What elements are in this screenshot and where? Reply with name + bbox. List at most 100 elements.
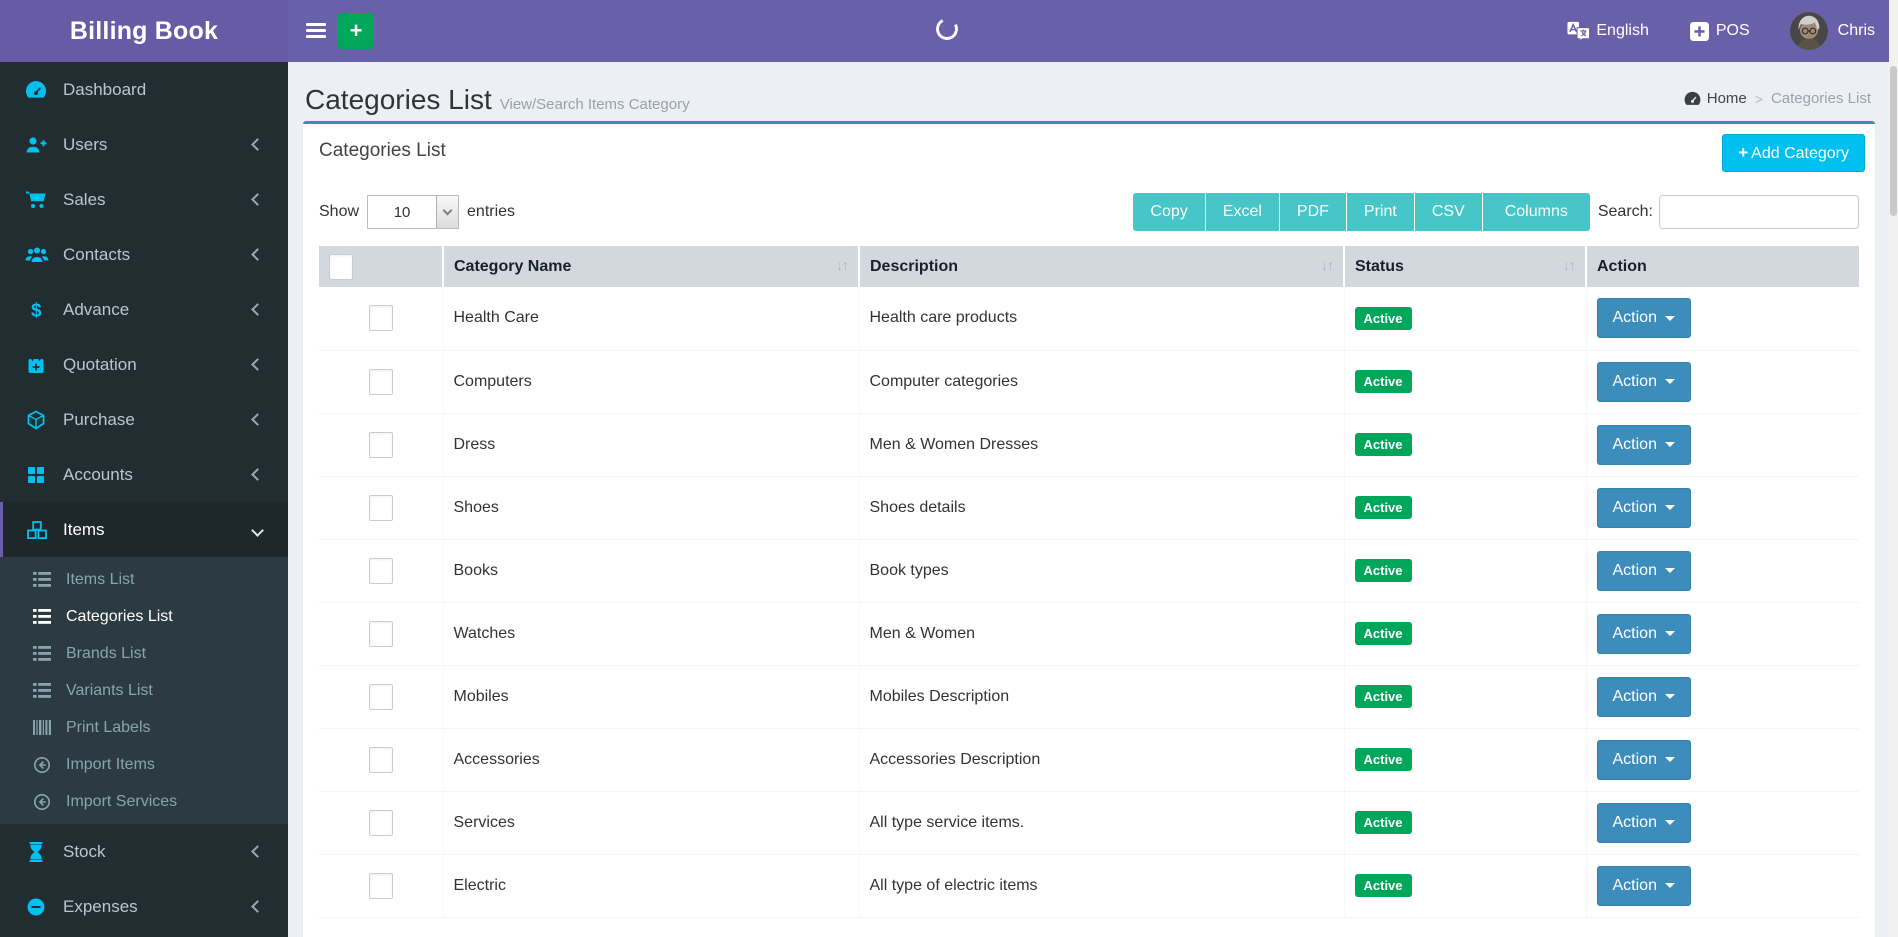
sidebar-item-accounts[interactable]: Accounts xyxy=(0,447,288,502)
minus-circle-icon xyxy=(25,897,49,917)
sidebar-item-label: Contacts xyxy=(63,245,130,265)
sidebar-subitem-items-list[interactable]: Items List xyxy=(0,561,288,598)
top-navbar: Billing Book + English xyxy=(0,0,1889,62)
description-cell: Health care products xyxy=(859,287,1344,350)
description-cell: Computer categories xyxy=(859,350,1344,413)
export-pdf-button[interactable]: PDF xyxy=(1280,193,1347,231)
sidebar-item-quotation[interactable]: Quotation xyxy=(0,337,288,392)
brand-logo[interactable]: Billing Book xyxy=(0,0,288,62)
barcode-icon xyxy=(32,719,54,737)
row-checkbox[interactable] xyxy=(369,369,393,395)
export-print-button[interactable]: Print xyxy=(1347,193,1415,231)
sidebar-subitem-print-labels[interactable]: Print Labels xyxy=(0,709,288,746)
export-button-group: CopyExcelPDFPrintCSVColumns xyxy=(1133,193,1589,231)
breadcrumb-separator: > xyxy=(1755,91,1763,107)
row-checkbox[interactable] xyxy=(369,305,393,331)
row-checkbox[interactable] xyxy=(369,684,393,710)
description-cell: Mobiles Description xyxy=(859,665,1344,728)
action-dropdown-button[interactable]: Action xyxy=(1597,614,1691,654)
sidebar-item-label: Expenses xyxy=(63,897,138,917)
pos-menu[interactable]: POS xyxy=(1689,21,1750,42)
sidebar-subitem-variants-list[interactable]: Variants List xyxy=(0,672,288,709)
sidebar-item-purchase[interactable]: Purchase xyxy=(0,392,288,447)
search-input[interactable] xyxy=(1659,195,1859,229)
row-checkbox[interactable] xyxy=(369,873,393,899)
search-control: Search: xyxy=(1598,195,1859,229)
table-row: ShoesShoes detailsActiveAction xyxy=(319,476,1859,539)
action-dropdown-button[interactable]: Action xyxy=(1597,425,1691,465)
sidebar-item-dashboard[interactable]: Dashboard xyxy=(0,62,288,117)
quick-add-button[interactable]: + xyxy=(338,13,374,49)
sidebar-item-items[interactable]: Items xyxy=(0,502,288,557)
sidebar-item-label: Advance xyxy=(63,300,129,320)
action-dropdown-button[interactable]: Action xyxy=(1597,551,1691,591)
breadcrumb-current: Categories List xyxy=(1771,90,1871,107)
sidebar-item-label: Dashboard xyxy=(63,80,146,100)
row-checkbox[interactable] xyxy=(369,495,393,521)
action-cell: Action xyxy=(1586,287,1859,350)
row-checkbox[interactable] xyxy=(369,621,393,647)
sort-icon[interactable]: ↓↑ xyxy=(1563,257,1575,273)
language-menu[interactable]: English xyxy=(1567,21,1648,41)
sidebar-subitem-import-services[interactable]: Import Services xyxy=(0,783,288,820)
action-dropdown-button[interactable]: Action xyxy=(1597,362,1691,402)
add-category-button[interactable]: +Add Category xyxy=(1722,134,1865,172)
sidebar-item-label: Sales xyxy=(63,190,106,210)
action-dropdown-button[interactable]: Action xyxy=(1597,488,1691,528)
chevron-left-icon xyxy=(251,358,264,371)
action-dropdown-button[interactable]: Action xyxy=(1597,677,1691,717)
user-name: Chris xyxy=(1838,22,1875,40)
column-header-status[interactable]: Status↓↑ xyxy=(1344,246,1586,287)
sidebar-item-expenses[interactable]: Expenses xyxy=(0,879,288,934)
sort-icon[interactable]: ↓↑ xyxy=(836,257,848,273)
page-title: Categories List xyxy=(305,84,492,115)
action-dropdown-button[interactable]: Action xyxy=(1597,740,1691,780)
scrollbar-thumb[interactable] xyxy=(1890,66,1897,216)
sidebar-subitem-brands-list[interactable]: Brands List xyxy=(0,635,288,672)
sidebar-subitem-categories-list[interactable]: Categories List xyxy=(0,598,288,635)
export-columns-button[interactable]: Columns xyxy=(1483,193,1590,231)
breadcrumb-home[interactable]: Home xyxy=(1707,90,1747,107)
select-all-checkbox[interactable] xyxy=(329,254,353,280)
status-badge: Active xyxy=(1355,370,1412,393)
sidebar-toggle-icon[interactable] xyxy=(306,20,328,42)
brand-name: Billing Book xyxy=(70,17,218,46)
export-csv-button[interactable]: CSV xyxy=(1415,193,1483,231)
status-badge: Active xyxy=(1355,748,1412,771)
table-row: ElectricAll type of electric itemsActive… xyxy=(319,854,1859,917)
sort-icon[interactable]: ↓↑ xyxy=(1321,257,1333,273)
user-menu[interactable]: Chris xyxy=(1790,12,1875,50)
sidebar-item-users[interactable]: Users xyxy=(0,117,288,172)
action-dropdown-button[interactable]: Action xyxy=(1597,803,1691,843)
table-head: Category Name↓↑Description↓↑Status↓↑Acti… xyxy=(319,246,1859,287)
sidebar-subitem-import-items[interactable]: Import Items xyxy=(0,746,288,783)
action-dropdown-button[interactable]: Action xyxy=(1597,298,1691,338)
row-checkbox[interactable] xyxy=(369,558,393,584)
status-cell: Active xyxy=(1344,350,1586,413)
table-body: Health CareHealth care productsActiveAct… xyxy=(319,287,1859,917)
export-copy-button[interactable]: Copy xyxy=(1133,193,1205,231)
sidebar-item-stock[interactable]: Stock xyxy=(0,824,288,879)
sidebar-item-sales[interactable]: Sales xyxy=(0,172,288,227)
row-checkbox[interactable] xyxy=(369,810,393,836)
column-header-category-name[interactable]: Category Name↓↑ xyxy=(443,246,859,287)
row-checkbox[interactable] xyxy=(369,432,393,458)
export-excel-button[interactable]: Excel xyxy=(1206,193,1280,231)
column-header-action: Action xyxy=(1586,246,1859,287)
status-cell: Active xyxy=(1344,413,1586,476)
language-label: English xyxy=(1596,22,1648,40)
table-row: WatchesMen & WomenActiveAction xyxy=(319,602,1859,665)
column-header-description[interactable]: Description↓↑ xyxy=(859,246,1344,287)
table-row: Health CareHealth care productsActiveAct… xyxy=(319,287,1859,350)
vertical-scrollbar[interactable] xyxy=(1889,0,1898,937)
entries-select[interactable]: 10 xyxy=(367,195,459,229)
chevron-left-icon xyxy=(251,900,264,913)
row-checkbox[interactable] xyxy=(369,747,393,773)
status-cell: Active xyxy=(1344,854,1586,917)
status-badge: Active xyxy=(1355,622,1412,645)
sidebar-item-contacts[interactable]: Contacts xyxy=(0,227,288,282)
category-name-cell: Services xyxy=(443,791,859,854)
breadcrumb: Home > Categories List xyxy=(1684,90,1871,107)
action-dropdown-button[interactable]: Action xyxy=(1597,866,1691,906)
sidebar-item-advance[interactable]: $Advance xyxy=(0,282,288,337)
